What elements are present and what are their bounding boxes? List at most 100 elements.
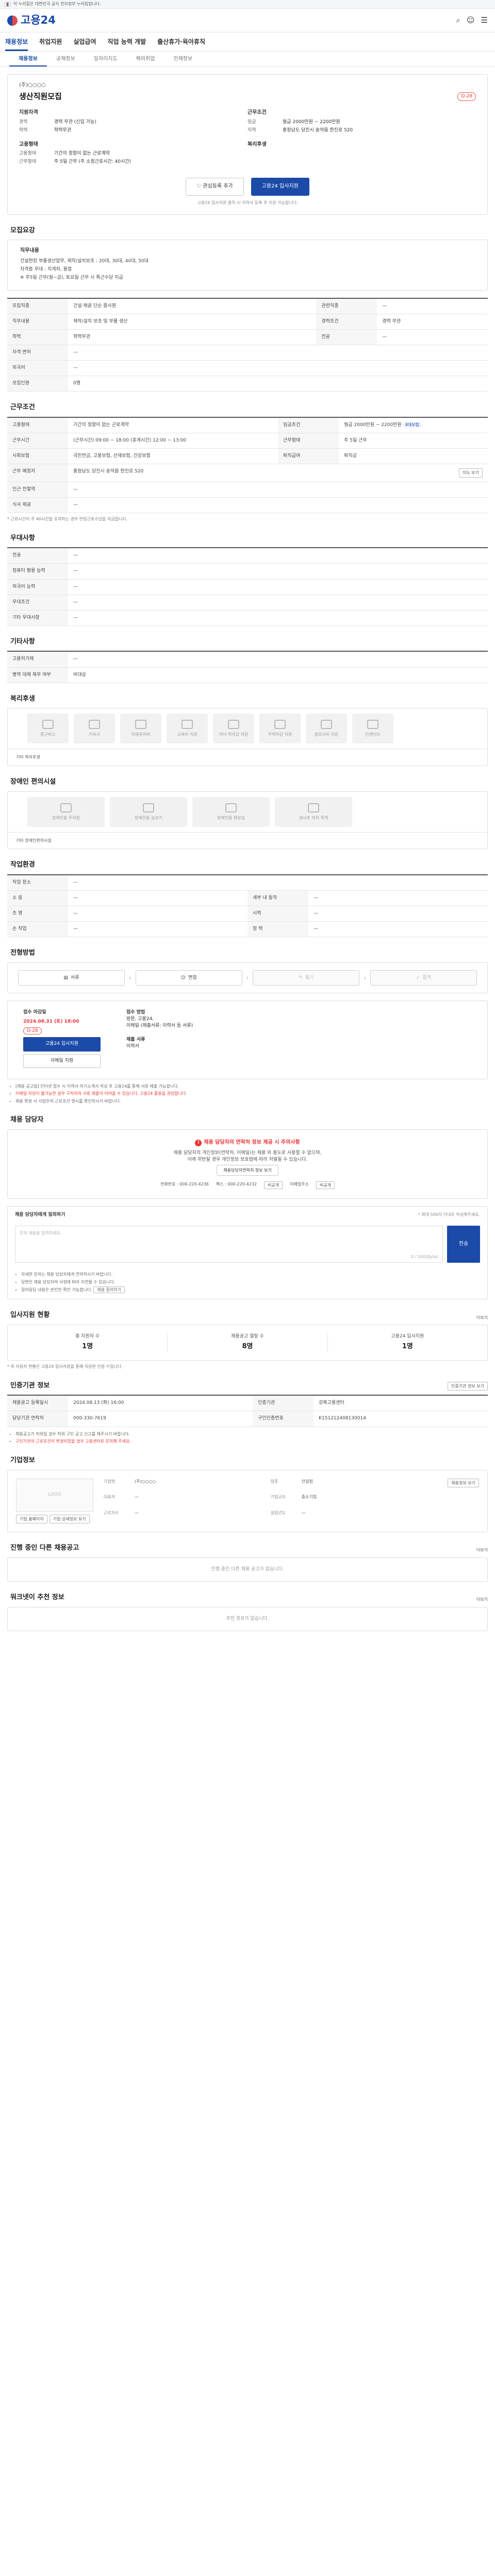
deadline-label: 접수 마감일 [23,1010,46,1015]
menu-icon[interactable]: ☰ [481,15,488,26]
inquiry-link-button[interactable]: 채용 질의하기 [93,1286,125,1293]
tab-talent[interactable]: 인재정보 [164,52,202,66]
contact-hidden-badge: 비공개 [316,1181,335,1190]
site-header: 고용24 ⌕ ☺ ☰ [0,9,495,32]
arrow-right-icon: › [128,974,131,981]
stat-item: 채용공고 열람 수 8명 [168,1333,328,1352]
warning-text: 채용 담당자의 개인정보(연락처, 이메일)는 채용 외 용도로 사용할 수 없… [173,1150,322,1156]
gov-banner-text: 이 누리집은 대한민국 공식 전자정부 누리집입니다. [13,2,101,7]
table-value: 국민연금, 고용보험, 산재보험, 건강보험 [68,448,278,465]
disability-extra: 기타 장애인편의시설 [8,832,487,849]
kv-key: 지역 [248,127,256,133]
welfare-tile-label: 인센티브 [365,732,381,737]
apply-button[interactable]: 고용24 입사지원 [251,178,309,196]
list-item: 채용공고가 허위일 경우 허위 구인 공고 신고를 해주시기 바랍니다. [15,1431,486,1437]
company-detail-button[interactable]: 기업 상세정보 보기 [49,1514,90,1524]
table-value: 주 5일 근무 [339,433,488,449]
company-homepage-button[interactable]: 기업 홈페이지 [16,1514,47,1524]
table-row: 병역 대체 복무 여부 비대상 [7,667,488,683]
welfare-group: 복리후생 [248,141,476,149]
warning-text: 이에 위반될 경우 개인정보 보호법에 따라 처벌될 수 있습니다. [187,1157,308,1162]
company-side-actions: 채용정보 보기 [448,1478,479,1524]
list-item: 구인기관의 근로조건이 변경되었을 경우 고용센터로 문의해 주세요. [15,1438,486,1445]
apply-online-button[interactable]: 고용24 입사지원 [23,1037,101,1052]
others-more-link[interactable]: 더보기 [476,1547,488,1553]
recommend-more-link[interactable]: 더보기 [476,1597,488,1603]
agency-section-title: 인증기관 정보 [10,1381,50,1389]
recommend-section-title: 워크넷이 추천 정보 [10,1594,64,1602]
header-utility: ⌕ ☺ ☰ [456,15,488,26]
search-icon[interactable]: ⌕ [456,15,460,26]
welfare-extra: 기타 복리후생 [8,749,487,766]
restroom-icon [225,803,237,812]
environment-section-title: 작업환경 [10,861,35,869]
user-icon[interactable]: ☺ [467,15,475,26]
tab-public-recruit[interactable]: 공채정보 [47,52,85,66]
table-row: 기타 우대사항 — [7,610,488,626]
table-row: 전공 — [7,548,488,564]
tab-job-map[interactable]: 일자리지도 [85,52,127,66]
gnb-item-employment-support[interactable]: 취업지원 [39,38,62,51]
car-icon [135,720,146,730]
table-key: 청 력 [248,921,308,938]
inquiry-textarea[interactable]: 문의 내용을 입력하세요. 0 / 500(Byte) [15,1226,443,1263]
table-key: 고용형태 [7,417,68,434]
table-key: 구인인증번호 [253,1411,314,1427]
table-key: 근무시간 [7,433,68,449]
table-value: — [68,890,248,907]
welfare-tile: 차량유지비 [120,714,161,744]
table-row: 채용공고 등록일시 2024.08.13 (화) 16:00 인증기관 강북고용센터 [7,1395,488,1412]
disability-tile: 장애인용 주차장 [27,796,105,827]
contact-email: 이메일주소 [290,1181,309,1187]
stats-more-link[interactable]: 더보기 [476,1315,488,1321]
agency-info-button[interactable]: 인증기관 정보 보기 [448,1381,488,1391]
email-apply-button[interactable]: 이메일 지원 [23,1054,101,1068]
table-value-cell: 충청남도 당진시 송악읍 한진로 520 지도 보기 [68,464,488,482]
company-jobs-button[interactable]: 채용정보 보기 [448,1478,479,1488]
table-key: 직무내용 [7,314,68,330]
company-name: (주)○○○○ [19,82,46,88]
logo-emblem-icon [7,15,18,26]
site-logo[interactable]: 고용24 [7,12,56,28]
inquiry-send-button[interactable]: 전송 [447,1226,480,1263]
kv-key: 임금 [248,119,256,125]
contact-fax: 팩스 : 000-220-4232 [216,1181,257,1187]
company-key: 기업규모 [270,1495,286,1500]
tab-overseas[interactable]: 해외취업 [127,52,164,66]
table-value: — [68,482,488,498]
duty-line: 건설현장 부품생산업무, 제작/설치보조 : 20대, 30대, 40대, 50… [20,258,148,264]
gnb-item-leave[interactable]: 출산휴가·육아휴직 [157,38,205,51]
company-value: — [135,1495,139,1500]
agency-header: 인증기관 정보 인증기관 정보 보기 [10,1381,488,1391]
map-button[interactable]: 지도 보기 [459,468,483,478]
disability-tile: 경사로 의자 목개 [275,796,352,827]
process-steps: ▤ 서류 › ☺ 면접 › ✎ 필기 › ✓ 합격 [7,962,488,994]
docs-value: 이력서 [126,1043,139,1049]
table-value: 학력무관 [68,329,317,346]
elevator-icon [143,803,154,812]
table-row: 식사 제공 — [7,497,488,513]
contact-phone: 전화번호 : 000-220-4236 [160,1181,209,1187]
gnb-item-jobs[interactable]: 채용정보 [5,38,28,51]
table-key: 모집인원 [7,376,68,392]
welfare-tile: 경조사비 지원 [306,714,347,744]
table-value: — [377,298,488,315]
table-value: — [68,651,488,668]
show-contact-button[interactable]: 채용담당자연락처 정보 보기 [217,1164,278,1176]
scrap-button[interactable]: ♡ 관심등록 추가 [186,178,244,196]
table-value: — [68,548,488,564]
tab-job-info[interactable]: 채용정보 [9,52,47,66]
gnb-item-training[interactable]: 직업 능력 개발 [108,38,146,51]
disability-tile-label: 경사로 의자 목개 [299,815,328,820]
tuition-icon [228,720,239,730]
gnb-item-unemployment-benefit[interactable]: 실업급여 [73,38,96,51]
document-icon: ▤ [63,975,68,980]
stat-label: 총 지원자 수 [75,1334,100,1340]
method-value-2: 이메일 (제출서류: 이력서 등 서류) [126,1023,193,1029]
table-row: 모집인원 0명 [7,376,488,392]
recruit-table: 모집직종 건설·채굴 단순 종사원 관련직종 — 직무내용 제작/설치 보조 및 부품 … [7,298,488,392]
ramp-icon [308,803,319,812]
table-value: 기간의 정함이 없는 근로계약 [68,417,278,434]
contact-section-title: 채용 담당자 [10,1116,44,1124]
list-item: 채용 확정 시 사업주의 근로조건 명시를 확인하시기 바랍니다. [15,1098,486,1105]
